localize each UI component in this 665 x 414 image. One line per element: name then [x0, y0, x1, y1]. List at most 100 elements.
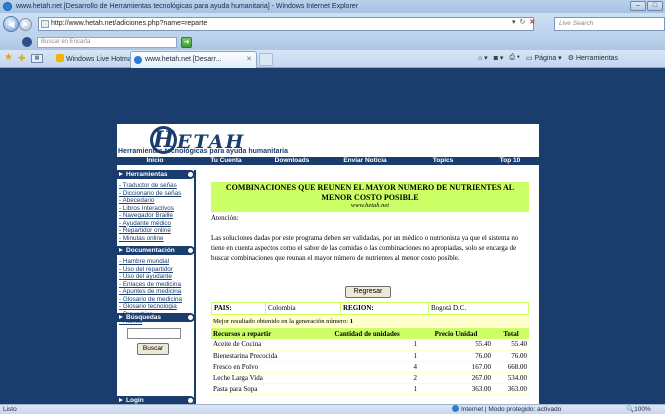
row-qty: 2: [315, 372, 419, 384]
quick-tabs-icon[interactable]: ▦: [31, 54, 43, 63]
home-icon[interactable]: ⌂ ▾: [478, 54, 488, 62]
site-sidebar: Herramientas Traductor de señas Dicciona…: [117, 170, 197, 404]
security-zone[interactable]: Internet | Modo protegido: activado: [452, 405, 561, 414]
tools-menu[interactable]: ⚙ Herramientas: [568, 54, 618, 62]
table-row: Fresco en Polvo 4 167.00 668.00: [211, 361, 529, 373]
menu-tu-cuenta[interactable]: Tu Cuenta: [193, 157, 259, 165]
sidebar-header-busquedas[interactable]: Búsquedas: [117, 313, 195, 322]
sidebar-header-login[interactable]: Login: [117, 396, 195, 404]
sidebar-item-apuntes[interactable]: Apuntes de medicina: [119, 288, 195, 296]
row-qty: 1: [315, 350, 419, 362]
address-bar[interactable]: http://www.hetah.net/adiciones.php?name=…: [38, 17, 534, 31]
new-tab-button[interactable]: [259, 53, 273, 66]
close-tab-icon[interactable]: ✕: [246, 52, 252, 68]
col-total: Total: [493, 328, 529, 339]
stop-icon[interactable]: ✕: [529, 18, 535, 26]
zoom-level[interactable]: 🔍100%: [626, 405, 651, 414]
row-qty: 4: [315, 361, 419, 373]
sidebar-item-uso-repartidor[interactable]: Uso del repartidor: [119, 266, 195, 274]
sidebar-item-abecedario[interactable]: Abecedario: [119, 197, 195, 205]
row-total: 534.00: [493, 372, 529, 384]
col-cantidad: Cantidad de unidades: [315, 328, 419, 339]
print-icon[interactable]: ⎙ ▾: [509, 54, 520, 62]
disclaimer-paragraph: Las soluciones dadas por este programa d…: [211, 234, 519, 262]
browser-tab[interactable]: www.hetah.net [Desarr... ✕: [130, 51, 257, 68]
sidebar-item-glosario-medicina[interactable]: Glosario de medicina: [119, 296, 195, 304]
best-result-number: 1: [349, 318, 354, 325]
table-row: Bienestarina Precocida 1 76.00 76.00: [211, 350, 529, 362]
location-row: PAIS: Colombia REGION: Bogotá D.C.: [211, 302, 529, 315]
sidebar-search-input[interactable]: [127, 328, 181, 339]
regresar-button[interactable]: Regresar: [345, 286, 391, 298]
page-icon: [41, 20, 49, 28]
row-price: 267.00: [419, 372, 493, 384]
row-total: 668.00: [493, 361, 529, 373]
results-table: Recursos a repartir Cantidad de unidades…: [211, 328, 529, 395]
sidebar-item-traductor[interactable]: Traductor de señas: [119, 182, 195, 190]
sidebar-item-enlaces[interactable]: Enlaces de medicina: [119, 281, 195, 289]
minimize-button[interactable]: –: [630, 1, 646, 11]
menu-enviar-noticia[interactable]: Enviar Noticia: [325, 157, 405, 165]
row-price: 76.00: [419, 350, 493, 362]
main-content: COMBINACIONES QUE REUNEN EL MAYOR NUMERO…: [210, 182, 530, 404]
headline-url: www.hetah.net: [350, 202, 390, 209]
sidebar-item-minutas[interactable]: Minutas online: [119, 235, 195, 243]
encarta-go-button[interactable]: ➜: [181, 37, 192, 48]
site-tagline: Herramientas tecnológicas para ayuda hum…: [118, 148, 289, 155]
sidebar-item-uso-ayudante[interactable]: Uso del ayudante: [119, 273, 195, 281]
row-total: 55.40: [493, 339, 529, 351]
live-search-input[interactable]: Live Search: [554, 17, 665, 31]
menu-top-10[interactable]: Top 10: [481, 157, 539, 165]
feeds-icon[interactable]: ◙ ▾: [494, 54, 504, 62]
refresh-icon[interactable]: ↻: [520, 18, 526, 26]
encarta-search-input[interactable]: Buscar en Encarta: [37, 37, 177, 48]
status-bar: Listo Internet | Modo protegido: activad…: [0, 404, 665, 414]
ie-logo-icon: [3, 2, 12, 11]
row-qty: 1: [315, 383, 419, 395]
herramientas-list: Traductor de señas Diccionario de señas …: [119, 182, 195, 242]
favorite-link-hotmail[interactable]: Windows Live Hotmail: [56, 54, 135, 63]
site-banner: H ETAH Herramientas tecnológicas para ay…: [117, 124, 539, 157]
col-recursos: Recursos a repartir: [211, 328, 315, 339]
best-result-line: Mejor resultado obtenido en la generació…: [211, 316, 529, 327]
hotmail-icon: [56, 54, 64, 62]
sidebar-header-documentacion[interactable]: Documentación: [117, 246, 195, 255]
sidebar-item-repartidor[interactable]: Repartidor online: [119, 227, 195, 235]
attention-label: Atención:: [211, 214, 239, 222]
window-title-bar: www.hetah.net [Desarrollo de Herramienta…: [0, 0, 665, 13]
sidebar-search-button[interactable]: Buscar: [137, 343, 169, 355]
dropdown-icon[interactable]: ▾: [512, 18, 516, 26]
menu-topics[interactable]: Topics: [405, 157, 481, 165]
site-menu: Inicio Tu Cuenta Downloads Enviar Notici…: [117, 157, 539, 165]
maximize-button[interactable]: □: [647, 1, 663, 11]
sidebar-item-glosario-tecnologia[interactable]: Glosario tecnologia: [119, 303, 195, 311]
forward-button[interactable]: ▶: [19, 18, 32, 31]
sidebar-header-herramientas[interactable]: Herramientas: [117, 170, 195, 179]
pais-value: Colombia: [266, 303, 341, 314]
sidebar-item-ayudante[interactable]: Ayudante médico: [119, 220, 195, 228]
table-row: Aceite de Cocina 1 55.40 55.40: [211, 339, 529, 351]
page-menu[interactable]: ▭ Página ▾: [526, 54, 562, 62]
headline-title: COMBINACIONES QUE REUNEN EL MAYOR NUMERO…: [225, 183, 515, 202]
window-controls: – □: [630, 1, 663, 11]
back-button[interactable]: ◀: [3, 16, 19, 32]
add-favorite-icon[interactable]: ✚: [18, 53, 26, 63]
sidebar-item-navegador[interactable]: Navegador Braille: [119, 212, 195, 220]
col-precio: Precio Unidad: [419, 328, 493, 339]
page-viewport: H ETAH Herramientas tecnológicas para ay…: [0, 68, 665, 404]
sidebar-item-diccionario[interactable]: Diccionario de señas: [119, 190, 195, 198]
row-name: Aceite de Cocina: [211, 339, 315, 351]
sidebar-item-hambre[interactable]: Hambre mundial: [119, 258, 195, 266]
status-text: Listo: [3, 406, 17, 413]
address-toolbar: ◀ ▶ http://www.hetah.net/adiciones.php?n…: [0, 13, 665, 35]
sidebar-item-libros[interactable]: Libros Interactivos: [119, 205, 195, 213]
menu-downloads[interactable]: Downloads: [259, 157, 325, 165]
address-tools: ▾ ↻ ✕: [512, 18, 535, 26]
favorites-star-icon[interactable]: ★: [4, 53, 13, 63]
search-logo-icon: [22, 37, 32, 47]
menu-inicio[interactable]: Inicio: [117, 157, 193, 165]
table-row: Pasta para Sopa 1 363.00 363.00: [211, 383, 529, 395]
region-label: REGION:: [341, 303, 429, 314]
address-text: http://www.hetah.net/adiciones.php?name=…: [51, 20, 208, 27]
result-headline: COMBINACIONES QUE REUNEN EL MAYOR NUMERO…: [211, 182, 529, 212]
